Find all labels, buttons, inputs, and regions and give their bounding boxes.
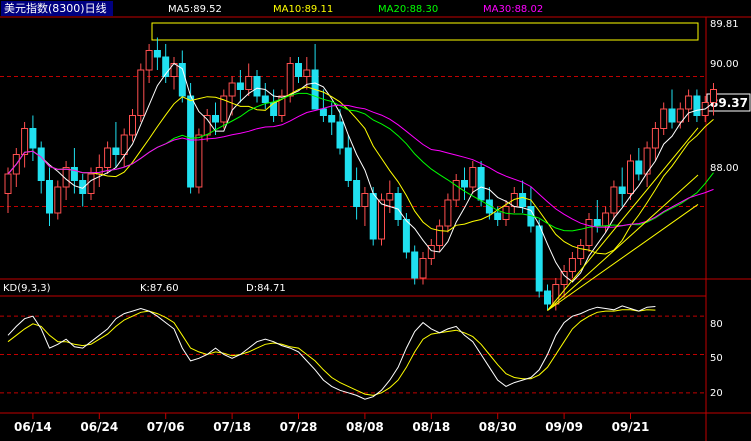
candle-up: [87, 173, 95, 194]
candle-up: [510, 193, 518, 207]
ma20-label: MA20:88.30: [378, 4, 438, 15]
y-tick-label-90: 90.00: [710, 59, 739, 70]
candle-down: [535, 225, 543, 292]
candle-up: [203, 115, 211, 136]
candle-down: [519, 193, 527, 207]
candle-up: [286, 63, 294, 97]
candle-down: [29, 128, 37, 149]
candle-up: [120, 134, 128, 155]
x-tick-label: 07/18: [213, 420, 251, 434]
candle-up: [303, 69, 311, 77]
kd-y-tick-80: 80: [710, 319, 723, 330]
candle-up: [104, 147, 112, 168]
candle-up: [361, 193, 369, 207]
candle-up: [585, 219, 593, 246]
candle-down: [668, 108, 676, 123]
candle-down: [37, 147, 45, 181]
candle-down: [402, 219, 410, 253]
x-tick-label: 06/24: [80, 420, 118, 434]
candle-down: [261, 95, 269, 103]
candle-up: [137, 69, 145, 116]
candle-up: [577, 245, 585, 259]
candle-up: [245, 76, 253, 90]
candle-down: [295, 63, 302, 77]
ma30-label: MA30:88.02: [483, 4, 543, 15]
candle-up: [685, 95, 693, 110]
candle-up: [602, 212, 610, 227]
x-tick-label: 08/30: [479, 420, 517, 434]
candle-up: [228, 82, 236, 97]
candle-down: [411, 251, 419, 279]
candle-up: [129, 115, 136, 136]
high-price-label: 89.81: [710, 19, 739, 30]
candle-up: [54, 186, 62, 214]
candle-down: [494, 212, 502, 220]
ma10-label: MA10:89.11: [273, 4, 333, 15]
candle-down: [477, 167, 485, 201]
candle-up: [21, 128, 29, 155]
candle-up: [386, 193, 394, 201]
candle-down: [353, 180, 361, 207]
candle-down: [344, 147, 352, 181]
x-tick-label: 08/18: [412, 420, 450, 434]
x-tick-label: 06/14: [14, 420, 52, 434]
x-tick-label: 07/06: [147, 420, 185, 434]
x-tick-label: 07/28: [280, 420, 318, 434]
candle-down: [153, 50, 161, 58]
chart-title: 美元指数(8300)日线: [4, 1, 107, 15]
x-tick-label: 09/21: [612, 420, 650, 434]
x-tick-label: 09/09: [545, 420, 583, 434]
kd-k-label: K:87.60: [140, 283, 179, 294]
candle-down: [693, 95, 701, 116]
candle-down: [319, 108, 327, 116]
kd-y-tick-20: 20: [710, 388, 723, 399]
candle-down: [212, 115, 219, 123]
candle-up: [560, 271, 568, 285]
candle-down: [369, 193, 377, 240]
candle-up: [145, 50, 153, 71]
candle-down: [336, 121, 344, 149]
candle-up: [95, 167, 103, 175]
candle-up: [4, 173, 12, 194]
candle-down: [253, 76, 261, 97]
kline-chart: 美元指数(8300)日线 MA5:89.52 MA10:89.11 MA20:8…: [0, 0, 751, 441]
candle-down: [461, 180, 468, 188]
candle-up: [660, 108, 668, 129]
candle-down: [618, 186, 626, 194]
candle-down: [112, 147, 120, 155]
candle-up: [710, 89, 717, 103]
kd-title: KD(9,3,3): [3, 283, 51, 294]
candle-down: [328, 115, 336, 123]
candle-up: [568, 258, 576, 272]
x-tick-label: 08/08: [346, 420, 384, 434]
candle-down: [544, 290, 551, 305]
candle-up: [627, 160, 634, 194]
candle-down: [187, 95, 195, 188]
candle-down: [236, 82, 244, 90]
candle-up: [444, 199, 452, 227]
candle-down: [46, 180, 53, 214]
y-tick-label-88: 88.00: [710, 163, 739, 174]
candle-down: [593, 219, 601, 227]
candle-up: [195, 134, 203, 188]
kd-y-tick-50: 50: [710, 353, 723, 364]
candle-down: [635, 160, 643, 175]
candle-up: [436, 225, 444, 246]
candle-up: [452, 180, 460, 201]
candle-up: [610, 186, 618, 214]
candle-up: [469, 167, 477, 188]
candle-down: [394, 193, 402, 220]
candle-down: [70, 167, 78, 181]
kd-d-label: D:84.71: [246, 283, 286, 294]
candle-up: [651, 128, 659, 149]
candle-up: [419, 258, 427, 279]
candle-up: [378, 199, 385, 240]
ma5-label: MA5:89.52: [168, 4, 222, 15]
